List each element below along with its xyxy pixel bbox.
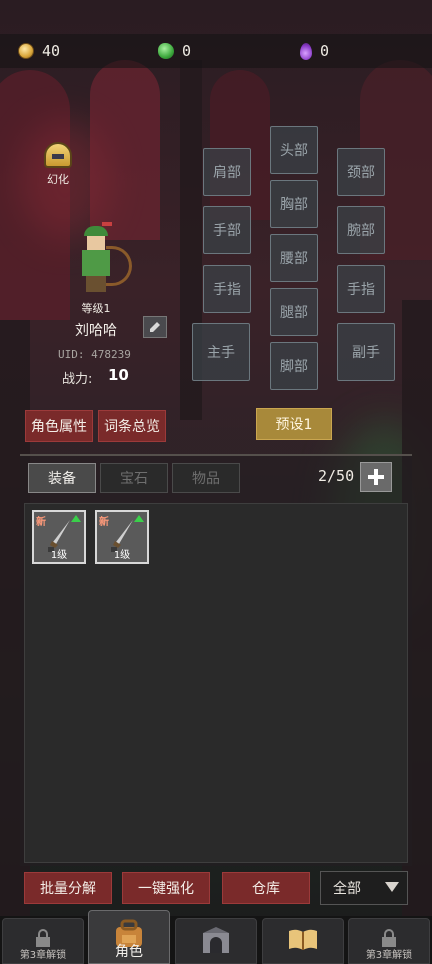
- affixes-overview-button[interactable]: 词条总览: [98, 410, 166, 442]
- item-level: 1级: [50, 550, 68, 561]
- auto-enhance-button[interactable]: 一键强化: [122, 872, 210, 904]
- gold-amount: 40: [42, 42, 61, 60]
- power-label: 战力:: [62, 372, 93, 387]
- slot-leg[interactable]: 腿部: [270, 288, 318, 336]
- player-uid: UID: 478239: [58, 348, 131, 361]
- warehouse-button[interactable]: 仓库: [222, 872, 310, 904]
- book-icon: [289, 929, 317, 950]
- nav-locked-left[interactable]: 第3章解锁: [2, 918, 84, 964]
- green-gem-icon: [158, 43, 174, 59]
- inventory-item[interactable]: 新 1级: [95, 510, 149, 564]
- green-gem-currency: 0: [158, 34, 191, 68]
- slot-main-hand[interactable]: 主手: [192, 323, 250, 381]
- inventory-item[interactable]: 新 1级: [32, 510, 86, 564]
- slot-hand[interactable]: 手部: [203, 206, 251, 254]
- nav-label: 第3章解锁: [19, 950, 67, 961]
- slot-neck[interactable]: 颈部: [337, 148, 385, 196]
- expand-inventory-button[interactable]: [360, 462, 392, 492]
- slot-wrist[interactable]: 腕部: [337, 206, 385, 254]
- inventory-count: 2/50: [318, 467, 355, 485]
- edit-name-button[interactable]: [143, 316, 167, 338]
- player-name: 刘哈哈: [75, 323, 117, 339]
- tab-items[interactable]: 物品: [172, 463, 240, 493]
- gold-currency: 40: [18, 34, 60, 68]
- currency-bar: 40 0 0: [0, 34, 432, 68]
- tab-equipment[interactable]: 装备: [28, 463, 96, 493]
- purple-gem-currency: 0: [300, 34, 329, 68]
- filter-value: 全部: [333, 881, 361, 897]
- nav-label: 角色: [115, 944, 143, 960]
- nav-label: 第3章解锁: [365, 950, 413, 961]
- castle-gate-icon: [203, 927, 229, 953]
- tab-gems[interactable]: 宝石: [100, 463, 168, 493]
- transform-label: 幻化: [47, 173, 69, 186]
- slot-off-hand[interactable]: 副手: [337, 323, 395, 381]
- batch-salvage-button[interactable]: 批量分解: [24, 872, 112, 904]
- attributes-button[interactable]: 角色属性: [25, 410, 93, 442]
- purple-gem-icon: [300, 42, 312, 60]
- gold-coin-icon: [18, 43, 34, 59]
- pencil-icon: [150, 322, 160, 332]
- nav-book[interactable]: [262, 918, 344, 964]
- nav-castle[interactable]: [175, 918, 257, 964]
- helmet-icon: [44, 142, 72, 168]
- slot-finger-left[interactable]: 手指: [203, 265, 251, 313]
- funnel-icon: [385, 882, 399, 892]
- slot-head[interactable]: 头部: [270, 126, 318, 174]
- purple-gem-amount: 0: [320, 42, 330, 60]
- nav-locked-right[interactable]: 第3章解锁: [348, 918, 430, 964]
- slot-finger-right[interactable]: 手指: [337, 265, 385, 313]
- preset-button[interactable]: 预设1: [256, 408, 332, 440]
- plus-icon: [368, 469, 384, 485]
- nav-character[interactable]: 角色: [88, 910, 170, 964]
- item-level: 1级: [113, 550, 131, 561]
- slot-foot[interactable]: 脚部: [270, 342, 318, 390]
- slot-waist[interactable]: 腰部: [270, 234, 318, 282]
- slot-chest[interactable]: 胸部: [270, 180, 318, 228]
- filter-dropdown[interactable]: 全部: [320, 871, 408, 905]
- power-value: 10: [108, 366, 129, 384]
- slot-shoulder[interactable]: 肩部: [203, 148, 251, 196]
- character-level: 等级1: [81, 302, 111, 315]
- hero-avatar: [70, 222, 134, 296]
- green-gem-amount: 0: [182, 42, 192, 60]
- new-badge: 新: [36, 517, 46, 528]
- transform-button[interactable]: 幻化: [40, 142, 76, 190]
- new-badge: 新: [99, 517, 109, 528]
